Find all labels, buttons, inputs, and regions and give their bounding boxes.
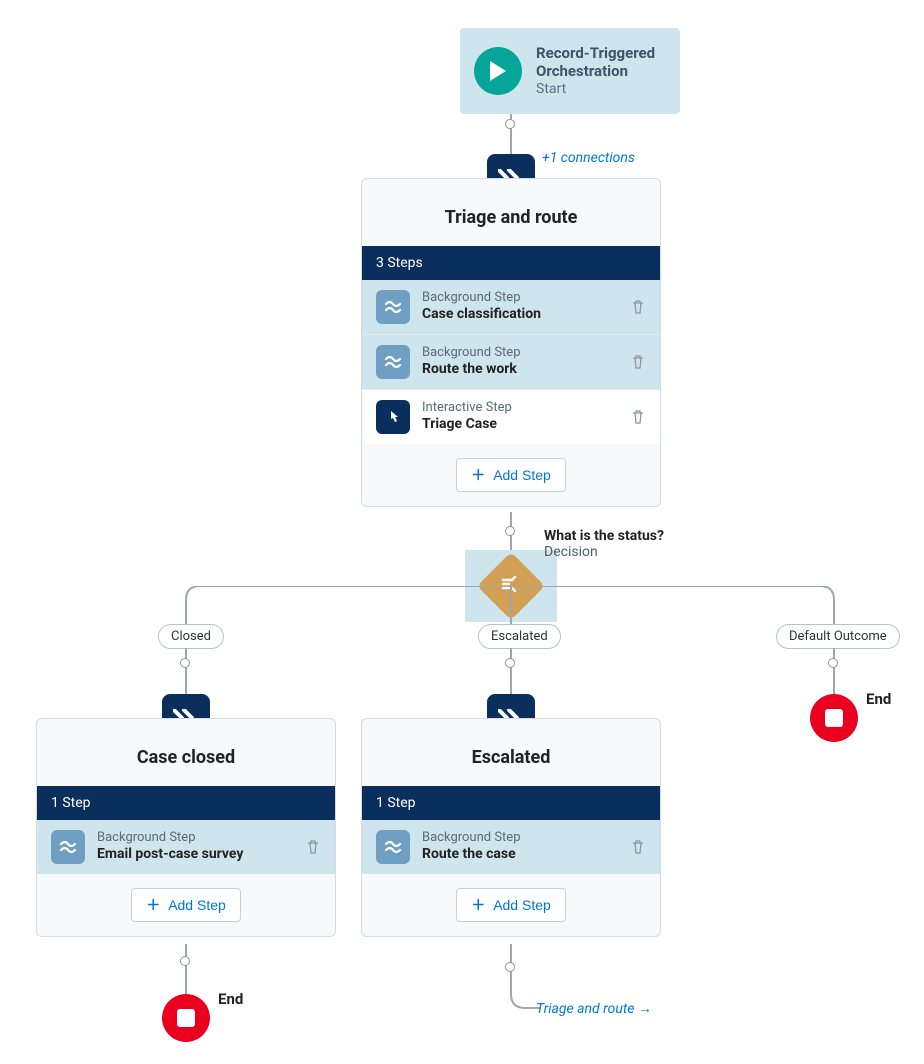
plus-icon: ＋ — [146, 895, 160, 915]
stage-escalated-steps-count: 1 Step — [362, 786, 660, 820]
step-name: Case classification — [422, 306, 618, 324]
background-step-icon — [376, 345, 410, 379]
end-label: End — [218, 990, 243, 1008]
plus-icon: ＋ — [471, 465, 485, 485]
stage-triage-steps-count: 3 Steps — [362, 246, 660, 280]
add-step-label: Add Step — [168, 897, 226, 913]
stop-icon — [825, 709, 843, 727]
step-kind: Background Step — [97, 830, 293, 846]
connector-dot[interactable] — [505, 119, 515, 129]
add-step-button[interactable]: ＋ Add Step — [456, 458, 566, 492]
start-title: Record-Triggered Orchestration — [536, 44, 666, 82]
trash-icon[interactable] — [630, 354, 646, 370]
add-step-button[interactable]: ＋ Add Step — [131, 888, 241, 922]
add-step-label: Add Step — [493, 897, 551, 913]
connector-branch — [180, 586, 840, 626]
add-step-label: Add Step — [493, 467, 551, 483]
background-step-icon — [51, 830, 85, 864]
connector-dot[interactable] — [505, 526, 515, 536]
step-name: Email post-case survey — [97, 846, 293, 864]
loop-back-link[interactable]: Triage and route → — [536, 1000, 652, 1017]
outcome-default[interactable]: Default Outcome — [776, 624, 900, 649]
connector-line — [833, 648, 835, 694]
end-node[interactable] — [810, 694, 858, 742]
connector-dot[interactable] — [505, 962, 515, 972]
step-kind: Background Step — [422, 345, 618, 361]
trash-icon[interactable] — [630, 409, 646, 425]
connector-line — [185, 944, 187, 994]
trash-icon[interactable] — [630, 299, 646, 315]
interactive-step-icon — [376, 400, 410, 434]
step-name: Route the work — [422, 361, 618, 379]
stage-escalated-title: Escalated — [362, 719, 660, 786]
stage-triage[interactable]: Triage and route 3 Steps Background Step… — [361, 178, 661, 507]
step-kind: Interactive Step — [422, 400, 618, 416]
step-kind: Background Step — [422, 830, 618, 846]
end-label: End — [866, 690, 891, 708]
background-step-icon — [376, 290, 410, 324]
step-kind: Background Step — [422, 290, 618, 306]
trash-icon[interactable] — [305, 839, 321, 855]
connector-dot[interactable] — [828, 658, 838, 668]
stage-triage-title: Triage and route — [362, 179, 660, 246]
step-row[interactable]: Background Step Route the case — [362, 820, 660, 874]
connector-dot[interactable] — [180, 658, 190, 668]
decision-question: What is the status? — [544, 528, 664, 544]
play-icon — [474, 47, 522, 95]
connector-dot[interactable] — [180, 956, 190, 966]
connector-line — [510, 648, 512, 694]
connector-dot[interactable] — [505, 658, 515, 668]
decision-type: Decision — [544, 544, 664, 560]
stage-closed-steps-count: 1 Step — [37, 786, 335, 820]
connections-link[interactable]: +1 connections — [542, 150, 635, 166]
start-node[interactable]: Record-Triggered Orchestration Start — [460, 28, 680, 114]
background-step-icon — [376, 830, 410, 864]
start-subtitle: Start — [536, 81, 666, 99]
stop-icon — [177, 1009, 195, 1027]
outcome-escalated[interactable]: Escalated — [478, 624, 561, 649]
step-name: Route the case — [422, 846, 618, 864]
stage-closed[interactable]: Case closed 1 Step Background Step Email… — [36, 718, 336, 937]
step-row[interactable]: Background Step Case classification — [362, 280, 660, 334]
start-text: Record-Triggered Orchestration Start — [536, 44, 666, 99]
plus-icon: ＋ — [471, 895, 485, 915]
step-row[interactable]: Interactive Step Triage Case — [362, 389, 660, 444]
stage-closed-title: Case closed — [37, 719, 335, 786]
step-row[interactable]: Background Step Email post-case survey — [37, 820, 335, 874]
step-row[interactable]: Background Step Route the work — [362, 334, 660, 389]
stage-escalated[interactable]: Escalated 1 Step Background Step Route t… — [361, 718, 661, 937]
step-name: Triage Case — [422, 416, 618, 434]
outcome-closed[interactable]: Closed — [158, 624, 224, 649]
add-step-button[interactable]: ＋ Add Step — [456, 888, 566, 922]
connector-line — [185, 648, 187, 694]
end-node[interactable] — [162, 994, 210, 1042]
trash-icon[interactable] — [630, 839, 646, 855]
